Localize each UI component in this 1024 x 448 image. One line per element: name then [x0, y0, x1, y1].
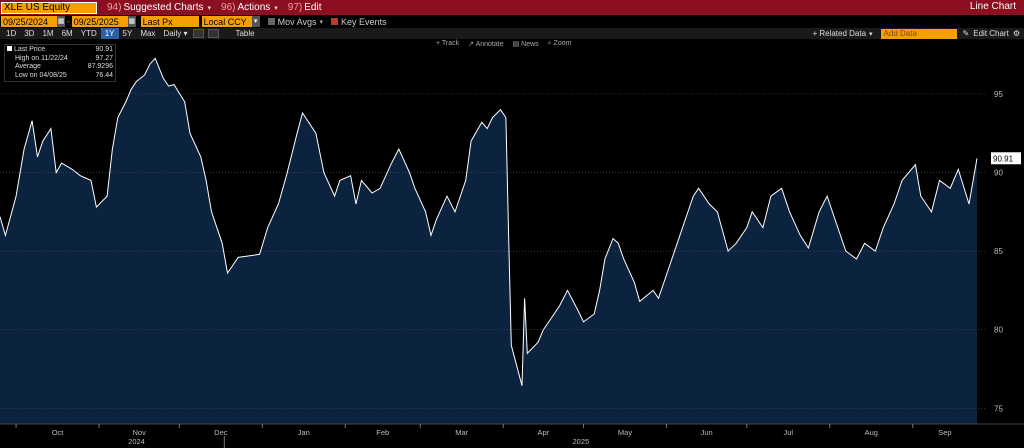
x-tick-label: Jan: [298, 428, 310, 437]
y-tick-label: 75: [994, 404, 1003, 413]
x-tick-label: Dec: [214, 428, 228, 437]
chart-tool-news[interactable]: ▤ News: [513, 40, 539, 48]
chart-tool-annotate[interactable]: ↗ Annotate: [468, 40, 503, 48]
parameters-bar: 09/25/2024 ▦ - 09/25/2025 ▦ Last Px Loca…: [0, 15, 1024, 28]
add-data-input[interactable]: Add Data: [880, 28, 957, 39]
x-tick-label: Oct: [52, 428, 65, 437]
range-buttons: 1D 3D 1M 6M YTD 1Y 5Y Max: [2, 28, 159, 39]
range-button-1y[interactable]: 1Y: [100, 28, 119, 39]
last-price-label: 90.91: [993, 154, 1014, 163]
title-bar: XLE US Equity 94) Suggested Charts ▾ 96)…: [0, 0, 1024, 15]
suggested-charts-menu[interactable]: 94) Suggested Charts ▾: [107, 2, 211, 13]
legend-value: 97.27: [95, 54, 113, 62]
range-button-1m[interactable]: 1M: [38, 28, 57, 39]
x-tick-label: Apr: [538, 428, 550, 437]
chart-type-icon[interactable]: [208, 29, 220, 38]
menu-label: Actions: [237, 2, 271, 13]
date-separator: -: [67, 17, 70, 26]
legend-label: High on 11/22/24: [15, 54, 68, 62]
legend-low: Low on 04/08/25 76.44: [7, 72, 113, 81]
x-tick-label: May: [618, 428, 632, 437]
actions-menu[interactable]: 96) Actions ▾: [221, 2, 278, 13]
chart-tools: + Track ↗ Annotate ▤ News ⌕ Zoom: [436, 40, 580, 48]
key-events-label: Key Events: [341, 16, 387, 27]
menu-label: Edit: [304, 2, 322, 13]
gear-icon[interactable]: ⚙: [1013, 29, 1020, 38]
table-button[interactable]: Table: [231, 28, 258, 39]
x-year-label: 2024: [128, 437, 145, 446]
periodicity-select[interactable]: Daily ▾: [159, 28, 191, 39]
calendar-icon[interactable]: ▦: [127, 16, 136, 27]
chevron-down-icon[interactable]: ▾: [251, 16, 260, 27]
menu-label: Suggested Charts: [123, 2, 204, 13]
legend-high: High on 11/22/24 97.27: [7, 55, 113, 64]
range-button-1d[interactable]: 1D: [2, 28, 20, 39]
legend-value: 76.44: [95, 71, 113, 79]
key-events-checkbox[interactable]: [331, 18, 339, 25]
x-tick-label: Nov: [133, 428, 147, 437]
range-button-6m[interactable]: 6M: [58, 28, 77, 39]
legend-label: Last Price: [14, 46, 46, 53]
price-chart[interactable]: 75 80 85 90 95 90.91 Oct Nov Dec Jan Feb Mar Apr May J…: [0, 39, 1024, 448]
end-date-field[interactable]: 09/25/2025: [71, 16, 128, 27]
legend-value: 87.9296: [87, 63, 113, 70]
range-bar: 1D 3D 1M 6M YTD 1Y 5Y Max Daily ▾ Table + Relat…: [0, 28, 1024, 39]
right-tools: + Related Data ▾ Add Data ✎ Edit Chart ⚙: [812, 28, 1020, 39]
menu-number: 96): [221, 2, 236, 13]
edit-chart-button[interactable]: Edit Chart: [973, 29, 1009, 38]
line-style-icon[interactable]: [193, 29, 205, 38]
x-tick-label: Jun: [701, 428, 713, 437]
window-title: Line Chart: [969, 1, 1016, 12]
y-tick-label: 80: [994, 326, 1003, 335]
legend-average: Average 87.9296: [7, 63, 113, 72]
currency-selector[interactable]: Local CCY: [201, 16, 252, 27]
range-button-ytd[interactable]: YTD: [77, 28, 101, 39]
white-square-icon: [7, 46, 12, 51]
chevron-down-icon: ▾: [207, 4, 212, 12]
edit-menu[interactable]: 97) Edit: [288, 2, 322, 13]
x-tick-label: Jul: [783, 428, 793, 437]
mov-avgs-checkbox[interactable]: [267, 18, 275, 25]
range-button-3d[interactable]: 3D: [20, 28, 38, 39]
chart-tool-zoom[interactable]: ⌕ Zoom: [548, 40, 572, 48]
x-tick-label: Sep: [938, 428, 951, 437]
field-selector[interactable]: Last Px: [140, 16, 199, 27]
legend: Last Price 90.91 High on 11/22/24 97.27 …: [4, 44, 116, 82]
start-date-field[interactable]: 09/25/2024: [1, 16, 57, 27]
legend-last-price: Last Price 90.91: [7, 46, 113, 55]
legend-value: 90.91: [95, 46, 113, 53]
chevron-down-icon[interactable]: ▾: [869, 30, 873, 38]
mov-avgs-label: Mov Avgs: [277, 16, 317, 27]
x-tick-label: Feb: [376, 428, 389, 437]
legend-label-wrap: Last Price: [7, 46, 45, 55]
chevron-down-icon: ▾: [274, 4, 278, 12]
ticker-input[interactable]: XLE US Equity: [1, 1, 97, 14]
x-tick-label: Aug: [865, 428, 878, 437]
related-data-button[interactable]: + Related Data: [812, 29, 866, 38]
x-tick-label: Mar: [455, 428, 468, 437]
menu-number: 94): [107, 2, 122, 13]
y-tick-label: 90: [994, 169, 1003, 178]
legend-label: Low on 04/08/25: [15, 71, 67, 79]
x-year-label: 2025: [573, 437, 590, 446]
menu-number: 97): [287, 2, 303, 13]
y-tick-label: 85: [994, 247, 1003, 256]
legend-label: Average: [15, 63, 41, 70]
calendar-icon[interactable]: ▦: [57, 16, 65, 27]
range-button-max[interactable]: Max: [136, 28, 159, 39]
chevron-down-icon[interactable]: ▾: [320, 18, 324, 26]
y-tick-label: 95: [994, 90, 1003, 99]
range-button-5y[interactable]: 5Y: [119, 28, 137, 39]
chart-tool-track[interactable]: + Track: [436, 40, 459, 48]
pencil-icon[interactable]: ✎: [963, 29, 970, 38]
periodicity-label: Daily: [163, 29, 182, 38]
